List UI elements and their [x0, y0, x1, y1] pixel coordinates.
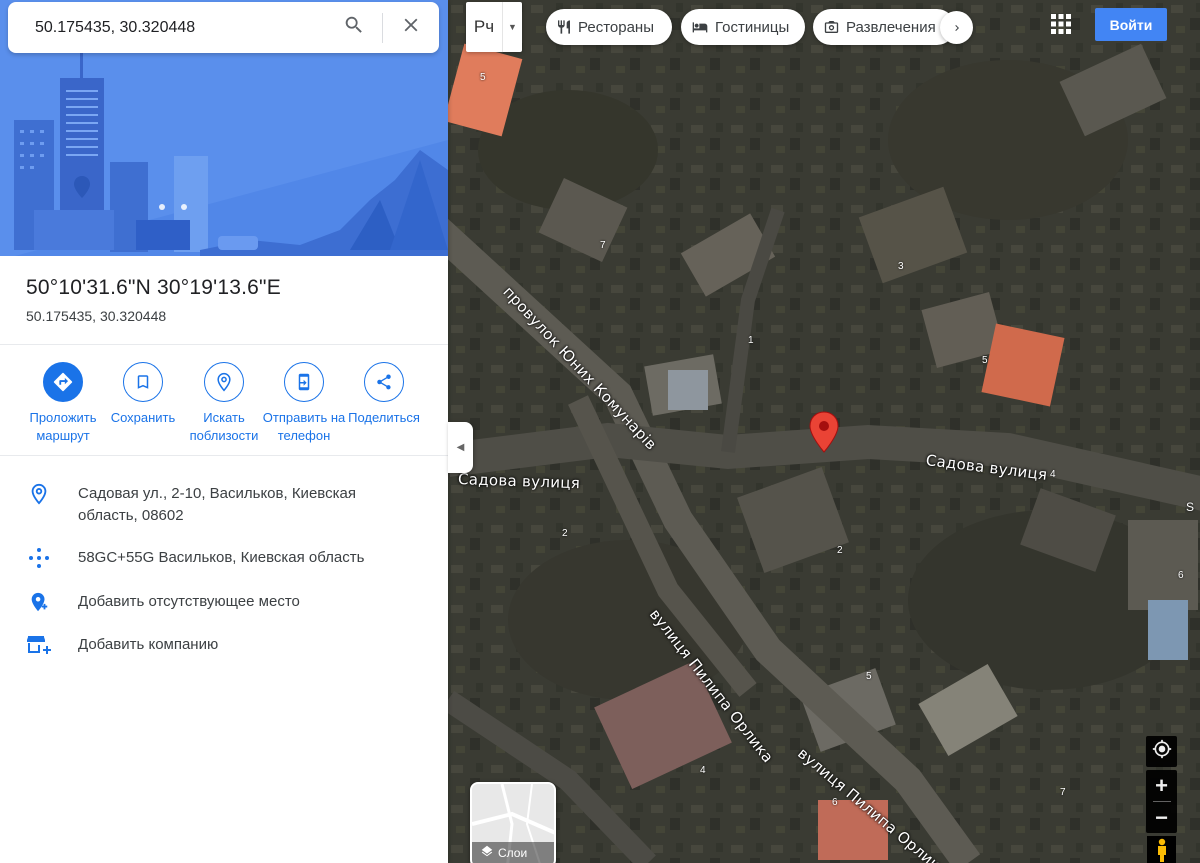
action-label: Сохранить [110, 410, 176, 425]
house-number: 4 [1050, 469, 1056, 480]
zoom-in-button[interactable]: + [1146, 770, 1177, 801]
divider [0, 344, 448, 345]
action-label: Поделиться [348, 410, 420, 425]
address-row[interactable]: Садовая ул., 2-10, Васильков, Киевская о… [0, 483, 448, 527]
place-subtitle: 50.175435, 30.320448 [26, 308, 167, 324]
send-to-phone-icon [284, 362, 324, 402]
chip-hotels[interactable]: Гостиницы [681, 9, 805, 45]
chip-entertainment[interactable]: Развлечения [813, 9, 955, 45]
layers-button[interactable]: Слои [470, 782, 556, 863]
signin-button[interactable]: Войти [1095, 8, 1167, 41]
share-button[interactable]: Поделиться [341, 362, 427, 427]
chip-label: Рестораны [578, 18, 654, 36]
map-language-label: Рч [473, 17, 495, 36]
pegman-icon[interactable] [1147, 836, 1176, 863]
caret-down-icon[interactable]: ▼ [502, 2, 522, 52]
chip-restaurants[interactable]: Рестораны [546, 9, 672, 45]
search-box [8, 2, 439, 53]
nearby-icon [204, 362, 244, 402]
layers-label-row: Слои [480, 844, 527, 861]
add-business-row[interactable]: Добавить компанию [0, 634, 448, 656]
google-maps-app: провулок Юних Комунарів Садова вулиця Са… [0, 0, 1200, 863]
search-input[interactable] [8, 18, 326, 37]
satellite-map[interactable]: провулок Юних Комунарів Садова вулиця Са… [448, 0, 1200, 863]
house-number: 5 [866, 671, 872, 682]
apps-grid-icon[interactable] [1050, 13, 1072, 35]
add-missing-place-row[interactable]: Добавить отсутствующее место [0, 591, 448, 613]
add-location-icon [0, 591, 78, 613]
place-icon [0, 483, 78, 505]
chip-label: Развлечения [846, 18, 936, 36]
place-header: 50°10'31.6"N 30°19'13.6"E 50.175435, 30.… [26, 276, 281, 324]
zoom-controls: + − [1146, 770, 1177, 833]
place-panel: 50°10'31.6"N 30°19'13.6"E 50.175435, 30.… [0, 0, 448, 863]
house-number: 5 [480, 72, 486, 83]
layers-icon [480, 844, 494, 861]
collapse-panel-button[interactable]: ◀ [448, 422, 473, 473]
add-business-text: Добавить компанию [78, 636, 219, 653]
map-language-select[interactable]: Рч ▼ [466, 2, 522, 52]
chip-label: Гостиницы [715, 18, 790, 36]
hotel-icon [691, 19, 709, 35]
close-button[interactable] [383, 2, 439, 53]
my-location-icon [1152, 739, 1172, 764]
plus-code-text: 58GC+55G Васильков, Киевская область [78, 549, 365, 566]
my-location-button[interactable] [1146, 736, 1177, 767]
house-number: 2 [837, 545, 843, 556]
share-icon [364, 362, 404, 402]
divider [0, 455, 448, 456]
save-button[interactable]: Сохранить [100, 362, 186, 427]
add-missing-place-text: Добавить отсутствующее место [78, 593, 300, 610]
house-number: 1 [748, 335, 754, 346]
directions-icon [43, 362, 83, 402]
house-number: 6 [1178, 570, 1184, 581]
house-number: S [1186, 500, 1195, 514]
add-business-icon [0, 634, 78, 656]
address-text: Садовая ул., 2-10, Васильков, Киевская о… [78, 485, 356, 524]
house-number: 5 [982, 355, 988, 366]
bookmark-icon [123, 362, 163, 402]
search-icon [343, 14, 365, 41]
action-label: Проложить маршрут [29, 410, 97, 443]
place-title: 50°10'31.6"N 30°19'13.6"E [26, 276, 281, 299]
house-number: 4 [700, 765, 706, 776]
search-button[interactable] [326, 2, 382, 53]
close-icon [400, 14, 422, 41]
directions-button[interactable]: Проложить маршрут [20, 362, 106, 445]
house-number: 6 [832, 797, 838, 808]
caret-left-icon: ◀ [456, 442, 465, 453]
restaurant-icon [556, 19, 572, 35]
plus-code-icon [0, 547, 78, 569]
house-number: 2 [562, 528, 568, 539]
zoom-out-button[interactable]: − [1146, 802, 1177, 833]
house-number: 3 [898, 261, 904, 272]
satellite-imagery [448, 0, 1200, 863]
chevron-right-icon[interactable] [940, 11, 973, 44]
nearby-button[interactable]: Искать поблизости [181, 362, 267, 445]
plus-code-row[interactable]: 58GC+55G Васильков, Киевская область [0, 547, 448, 569]
action-bar: Проложить маршрут Сохранить Искать побли… [24, 362, 424, 446]
action-label: Отправить на телефон [262, 410, 346, 443]
send-to-phone-button[interactable]: Отправить на телефон [261, 362, 347, 445]
house-number: 7 [600, 240, 606, 251]
house-number: 7 [1060, 787, 1066, 798]
layers-label: Слои [498, 845, 528, 860]
action-label: Искать поблизости [189, 410, 259, 443]
camera-icon [823, 19, 840, 35]
